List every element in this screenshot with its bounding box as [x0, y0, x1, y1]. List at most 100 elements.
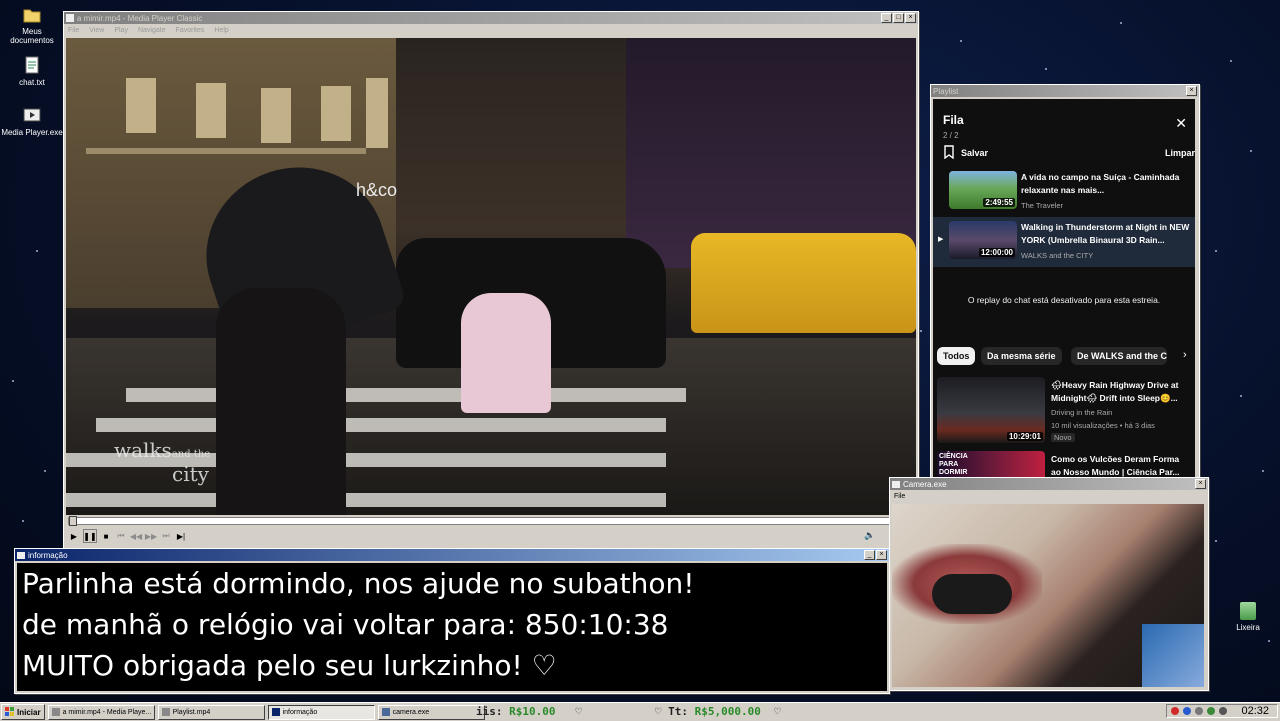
video-thumbnail: 12:00:00 — [949, 221, 1017, 259]
playlist-titlebar[interactable]: Playlist × — [931, 85, 1199, 97]
app-icon — [17, 551, 25, 559]
close-button[interactable]: × — [905, 13, 916, 23]
minimize-button[interactable]: _ — [864, 550, 875, 560]
taskbar-item-media-player[interactable]: a mimir.mp4 - Media Playe... — [47, 704, 155, 720]
window-title: Camera.exe — [903, 479, 947, 489]
playback-controls: ▶ ❚❚ ■ ⏮ ◀◀ ▶▶ ⏭ ▶| — [68, 529, 187, 543]
pause-icon[interactable]: ❚❚ — [83, 529, 97, 543]
playlist-window[interactable]: Playlist × Fila ✕ 2 / 2 Salvar Limpar 2:… — [930, 84, 1200, 482]
menu-bar: File View Play Navigate Favorites Help — [64, 24, 918, 36]
taskbar-item-informacao[interactable]: informação — [267, 704, 375, 720]
app-icon — [66, 14, 74, 22]
taskbar-item-playlist[interactable]: Playlist.mp4 — [157, 704, 265, 720]
media-player-window[interactable]: a mimir.mp4 - Media Player Classic _ □ ×… — [63, 11, 919, 550]
taskbar: Iniciar a mimir.mp4 - Media Playe... Pla… — [0, 702, 1280, 721]
info-titlebar[interactable]: informação _ × — [15, 549, 889, 561]
menu-help[interactable]: Help — [214, 27, 228, 34]
tray-app-icon[interactable] — [1219, 707, 1228, 715]
seek-thumb[interactable] — [69, 516, 77, 526]
video-title: Walking in Thunderstorm at Night in NEW … — [1021, 222, 1190, 245]
duration-badge: 12:00:00 — [978, 248, 1015, 257]
close-queue-icon[interactable]: ✕ — [1175, 115, 1187, 132]
save-button[interactable]: Salvar — [943, 145, 988, 161]
media-player-icon — [51, 708, 60, 716]
desktop-icon-meus-documentos[interactable]: Meus documentos — [0, 4, 64, 45]
system-tray: 02:32 — [1166, 704, 1278, 718]
next-icon[interactable]: ⏭ — [160, 530, 172, 542]
close-button[interactable]: × — [876, 550, 887, 560]
rewind-icon[interactable]: ◀◀ — [130, 530, 142, 542]
clear-button[interactable]: Limpar — [1165, 148, 1195, 158]
stop-icon[interactable]: ■ — [100, 530, 112, 542]
queue-counter: 2 / 2 — [943, 131, 959, 140]
close-button[interactable]: × — [1195, 479, 1206, 489]
video-title: Como os Vulcões Deram Forma ao Nosso Mun… — [1051, 454, 1180, 477]
media-player-titlebar[interactable]: a mimir.mp4 - Media Player Classic _ □ × — [64, 12, 918, 24]
taskbar-item-camera[interactable]: camera.exe — [377, 704, 485, 720]
desktop-icon-label: chat.txt — [19, 78, 45, 87]
queue-heading: Fila — [943, 113, 964, 127]
donation-ticker: iis: R$10.00 ♡ ♡ Tt: R$5,000.00 ♡ — [476, 705, 781, 718]
clock[interactable]: 02:32 — [1241, 705, 1269, 717]
media-player-icon — [22, 105, 42, 125]
queue-item-playing[interactable]: ▶ 12:00:00 Walking in Thunderstorm at Ni… — [933, 217, 1195, 267]
tray-app-icon[interactable] — [1207, 707, 1216, 715]
video-thumbnail: CIÊNCIA PARA DORMIR — [937, 451, 1045, 477]
bookmark-icon — [943, 145, 955, 161]
menu-view[interactable]: View — [89, 27, 104, 34]
start-button[interactable]: Iniciar — [1, 704, 45, 720]
tray-app-icon[interactable] — [1195, 707, 1204, 715]
fast-forward-icon[interactable]: ▶▶ — [145, 530, 157, 542]
duration-badge: 10:29:01 — [1006, 432, 1043, 441]
minimize-button[interactable]: _ — [881, 13, 892, 23]
window-icon — [271, 708, 280, 716]
recommendation-item[interactable]: CIÊNCIA PARA DORMIR Como os Vulcões Dera… — [933, 451, 1195, 477]
chip-todos[interactable]: Todos — [937, 347, 976, 365]
info-message: Parlinha está dormindo, nos ajude no sub… — [17, 563, 887, 691]
volume-icon[interactable]: 🔈 — [864, 530, 875, 541]
maximize-button[interactable]: □ — [893, 13, 904, 23]
camera-feed — [892, 504, 1204, 687]
video-person-pink — [461, 293, 551, 413]
chip-same-series[interactable]: Da mesma série — [981, 347, 1062, 365]
seek-bar[interactable] — [68, 516, 916, 526]
menu-navigate[interactable]: Navigate — [138, 27, 166, 34]
camera-icon — [381, 708, 390, 716]
window-title: Playlist — [933, 86, 959, 96]
menu-file[interactable]: File — [68, 27, 79, 34]
desktop-icon-chat-txt[interactable]: chat.txt — [0, 55, 64, 87]
previous-icon[interactable]: ⏮ — [115, 530, 127, 542]
desktop-icon-label: Meus documentos — [10, 27, 54, 45]
tray-app-icon[interactable] — [1183, 707, 1192, 715]
desktop-icon-label: Lixeira — [1236, 623, 1260, 632]
duration-badge: 2:49:55 — [983, 198, 1015, 207]
frame-step-icon[interactable]: ▶| — [175, 530, 187, 542]
window-title: a mimir.mp4 - Media Player Classic — [77, 13, 203, 23]
desktop-icon-media-player[interactable]: Media Player.exe — [0, 105, 64, 137]
menu-bar: File — [890, 490, 1208, 502]
close-button[interactable]: × — [1186, 86, 1197, 96]
play-icon[interactable]: ▶ — [68, 530, 80, 542]
video-frame[interactable]: h&co walksand the city — [66, 38, 916, 515]
chevron-right-icon[interactable]: › — [1183, 349, 1187, 361]
menu-play[interactable]: Play — [114, 27, 128, 34]
camera-window[interactable]: Camera.exe × File — [889, 477, 1209, 691]
queue-item[interactable]: 2:49:55 A vida no campo na Suíça - Camin… — [933, 171, 1195, 215]
recommendation-item[interactable]: 10:29:01 🌧Heavy Rain Highway Drive at Mi… — [933, 377, 1195, 447]
tray-app-icon[interactable] — [1171, 707, 1180, 715]
menu-file[interactable]: File — [894, 493, 905, 500]
camera-titlebar[interactable]: Camera.exe × — [890, 478, 1208, 490]
now-playing-icon: ▶ — [938, 236, 944, 243]
video-meta: 10 mil visualizações • há 3 dias — [1051, 421, 1155, 430]
chip-from-channel[interactable]: De WALKS and the CI — [1071, 347, 1167, 365]
menu-favorites[interactable]: Favorites — [176, 27, 205, 34]
video-title: 🌧Heavy Rain Highway Drive at Midnight🌧 D… — [1051, 380, 1179, 403]
storefront-sign: h&co — [356, 180, 398, 200]
channel-name: Driving in the Rain — [1051, 408, 1113, 417]
desktop-icon-lixeira[interactable]: Lixeira — [1216, 602, 1280, 632]
chat-disabled-message: O replay do chat está desativado para es… — [967, 295, 1161, 305]
info-line: Parlinha está dormindo, nos ajude no sub… — [22, 567, 695, 600]
queue-panel: Fila ✕ 2 / 2 Salvar Limpar 2:49:55 A vid… — [933, 99, 1195, 477]
info-window[interactable]: informação _ × Parlinha está dormindo, n… — [14, 548, 890, 694]
channel-name: The Traveler — [1021, 201, 1064, 210]
